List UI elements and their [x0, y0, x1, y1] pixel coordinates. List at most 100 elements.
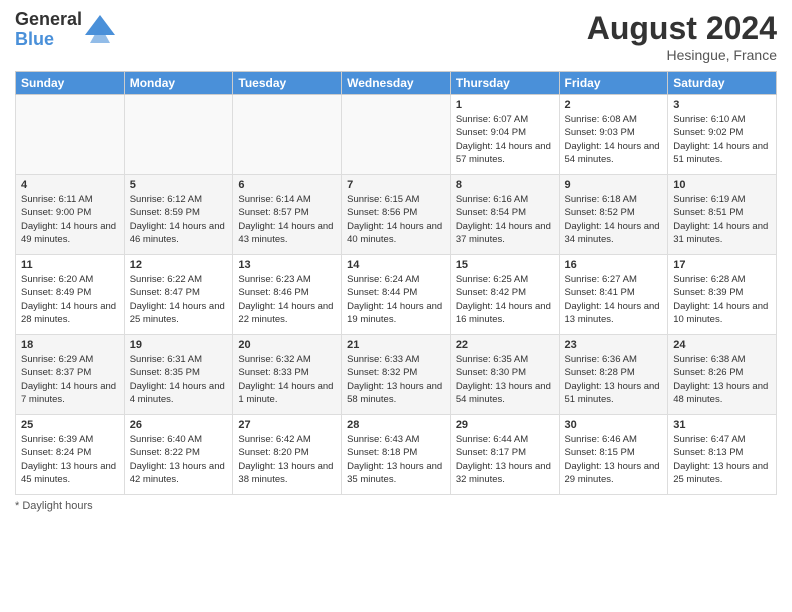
- table-row: [124, 95, 233, 175]
- day-number: 9: [565, 179, 663, 191]
- day-info: Sunrise: 6:10 AM Sunset: 9:02 PM Dayligh…: [673, 113, 771, 166]
- table-row: 14 Sunrise: 6:24 AM Sunset: 8:44 PM Dayli…: [342, 255, 451, 335]
- logo-blue: Blue: [15, 30, 82, 50]
- table-row: 20 Sunrise: 6:32 AM Sunset: 8:33 PM Dayli…: [233, 335, 342, 415]
- day-number: 26: [130, 419, 228, 431]
- logo-icon: [85, 15, 115, 45]
- day-info: Sunrise: 6:43 AM Sunset: 8:18 PM Dayligh…: [347, 433, 445, 486]
- day-info: Sunrise: 6:07 AM Sunset: 9:04 PM Dayligh…: [456, 113, 554, 166]
- table-row: [342, 95, 451, 175]
- day-number: 8: [456, 179, 554, 191]
- table-row: 2Sunrise: 6:08 AM Sunset: 9:03 PM Daylig…: [559, 95, 668, 175]
- day-info: Sunrise: 6:47 AM Sunset: 8:13 PM Dayligh…: [673, 433, 771, 486]
- table-row: 30 Sunrise: 6:46 AM Sunset: 8:15 PM Dayli…: [559, 415, 668, 495]
- day-info: Sunrise: 6:22 AM Sunset: 8:47 PM Dayligh…: [130, 273, 228, 326]
- day-number: 5: [130, 179, 228, 191]
- table-row: 21 Sunrise: 6:33 AM Sunset: 8:32 PM Dayli…: [342, 335, 451, 415]
- day-number: 23: [565, 339, 663, 351]
- day-info: Sunrise: 6:15 AM Sunset: 8:56 PM Dayligh…: [347, 193, 445, 246]
- logo-text: General Blue: [15, 10, 82, 50]
- table-row: 18Sunrise: 6:29 AM Sunset: 8:37 PM Dayli…: [16, 335, 125, 415]
- page: General Blue August 2024 Hesingue, Franc…: [0, 0, 792, 612]
- day-info: Sunrise: 6:40 AM Sunset: 8:22 PM Dayligh…: [130, 433, 228, 486]
- day-info: Sunrise: 6:18 AM Sunset: 8:52 PM Dayligh…: [565, 193, 663, 246]
- table-row: 28 Sunrise: 6:43 AM Sunset: 8:18 PM Dayli…: [342, 415, 451, 495]
- col-saturday: Saturday: [668, 72, 777, 95]
- col-sunday: Sunday: [16, 72, 125, 95]
- day-number: 12: [130, 259, 228, 271]
- header: General Blue August 2024 Hesingue, Franc…: [15, 10, 777, 63]
- table-row: 12 Sunrise: 6:22 AM Sunset: 8:47 PM Dayli…: [124, 255, 233, 335]
- day-number: 4: [21, 179, 119, 191]
- table-row: 4 Sunrise: 6:11 AM Sunset: 9:00 PM Daylig…: [16, 175, 125, 255]
- day-info: Sunrise: 6:33 AM Sunset: 8:32 PM Dayligh…: [347, 353, 445, 406]
- calendar-table: Sunday Monday Tuesday Wednesday Thursday…: [15, 71, 777, 495]
- col-friday: Friday: [559, 72, 668, 95]
- day-info: Sunrise: 6:39 AM Sunset: 8:24 PM Dayligh…: [21, 433, 119, 486]
- day-info: Sunrise: 6:31 AM Sunset: 8:35 PM Dayligh…: [130, 353, 228, 406]
- table-row: 17Sunrise: 6:28 AM Sunset: 8:39 PM Dayli…: [668, 255, 777, 335]
- table-row: [233, 95, 342, 175]
- day-info: Sunrise: 6:11 AM Sunset: 9:00 PM Dayligh…: [21, 193, 119, 246]
- table-row: 25 Sunrise: 6:39 AM Sunset: 8:24 PM Dayli…: [16, 415, 125, 495]
- day-info: Sunrise: 6:14 AM Sunset: 8:57 PM Dayligh…: [238, 193, 336, 246]
- table-row: 26 Sunrise: 6:40 AM Sunset: 8:22 PM Dayli…: [124, 415, 233, 495]
- day-info: Sunrise: 6:16 AM Sunset: 8:54 PM Dayligh…: [456, 193, 554, 246]
- table-row: 11 Sunrise: 6:20 AM Sunset: 8:49 PM Dayli…: [16, 255, 125, 335]
- day-number: 19: [130, 339, 228, 351]
- day-info: Sunrise: 6:25 AM Sunset: 8:42 PM Dayligh…: [456, 273, 554, 326]
- day-info: Sunrise: 6:12 AM Sunset: 8:59 PM Dayligh…: [130, 193, 228, 246]
- table-row: 24 Sunrise: 6:38 AM Sunset: 8:26 PM Dayli…: [668, 335, 777, 415]
- day-number: 11: [21, 259, 119, 271]
- day-number: 21: [347, 339, 445, 351]
- table-row: 29Sunrise: 6:44 AM Sunset: 8:17 PM Dayli…: [450, 415, 559, 495]
- location: Hesingue, France: [587, 47, 777, 63]
- day-info: Sunrise: 6:46 AM Sunset: 8:15 PM Dayligh…: [565, 433, 663, 486]
- logo: General Blue: [15, 10, 115, 50]
- day-info: Sunrise: 6:38 AM Sunset: 8:26 PM Dayligh…: [673, 353, 771, 406]
- table-row: 22Sunrise: 6:35 AM Sunset: 8:30 PM Dayli…: [450, 335, 559, 415]
- day-number: 25: [21, 419, 119, 431]
- col-wednesday: Wednesday: [342, 72, 451, 95]
- day-number: 31: [673, 419, 771, 431]
- col-tuesday: Tuesday: [233, 72, 342, 95]
- day-number: 17: [673, 259, 771, 271]
- table-row: 7 Sunrise: 6:15 AM Sunset: 8:56 PM Daylig…: [342, 175, 451, 255]
- table-row: 9 Sunrise: 6:18 AM Sunset: 8:52 PM Daylig…: [559, 175, 668, 255]
- header-row: Sunday Monday Tuesday Wednesday Thursday…: [16, 72, 777, 95]
- day-number: 6: [238, 179, 336, 191]
- table-row: 5 Sunrise: 6:12 AM Sunset: 8:59 PM Daylig…: [124, 175, 233, 255]
- table-row: 3 Sunrise: 6:10 AM Sunset: 9:02 PM Daylig…: [668, 95, 777, 175]
- day-number: 3: [673, 99, 771, 111]
- day-number: 14: [347, 259, 445, 271]
- col-thursday: Thursday: [450, 72, 559, 95]
- day-number: 28: [347, 419, 445, 431]
- table-row: 19 Sunrise: 6:31 AM Sunset: 8:35 PM Dayli…: [124, 335, 233, 415]
- table-row: 13 Sunrise: 6:23 AM Sunset: 8:46 PM Dayli…: [233, 255, 342, 335]
- day-number: 30: [565, 419, 663, 431]
- table-row: 8 Sunrise: 6:16 AM Sunset: 8:54 PM Daylig…: [450, 175, 559, 255]
- day-number: 22: [456, 339, 554, 351]
- day-number: 27: [238, 419, 336, 431]
- day-number: 24: [673, 339, 771, 351]
- day-number: 2: [565, 99, 663, 111]
- day-info: Sunrise: 6:24 AM Sunset: 8:44 PM Dayligh…: [347, 273, 445, 326]
- table-row: 31 Sunrise: 6:47 AM Sunset: 8:13 PM Dayli…: [668, 415, 777, 495]
- table-row: 15 Sunrise: 6:25 AM Sunset: 8:42 PM Dayli…: [450, 255, 559, 335]
- day-info: Sunrise: 6:27 AM Sunset: 8:41 PM Dayligh…: [565, 273, 663, 326]
- day-number: 18: [21, 339, 119, 351]
- month-title: August 2024: [587, 10, 777, 47]
- day-number: 7: [347, 179, 445, 191]
- table-row: 1 Sunrise: 6:07 AM Sunset: 9:04 PM Daylig…: [450, 95, 559, 175]
- title-block: August 2024 Hesingue, France: [587, 10, 777, 63]
- table-row: 6 Sunrise: 6:14 AM Sunset: 8:57 PM Daylig…: [233, 175, 342, 255]
- day-number: 15: [456, 259, 554, 271]
- footer: * Daylight hours: [15, 500, 777, 512]
- day-info: Sunrise: 6:23 AM Sunset: 8:46 PM Dayligh…: [238, 273, 336, 326]
- day-number: 1: [456, 99, 554, 111]
- day-info: Sunrise: 6:32 AM Sunset: 8:33 PM Dayligh…: [238, 353, 336, 406]
- table-row: 16Sunrise: 6:27 AM Sunset: 8:41 PM Dayli…: [559, 255, 668, 335]
- day-number: 20: [238, 339, 336, 351]
- day-info: Sunrise: 6:20 AM Sunset: 8:49 PM Dayligh…: [21, 273, 119, 326]
- day-number: 13: [238, 259, 336, 271]
